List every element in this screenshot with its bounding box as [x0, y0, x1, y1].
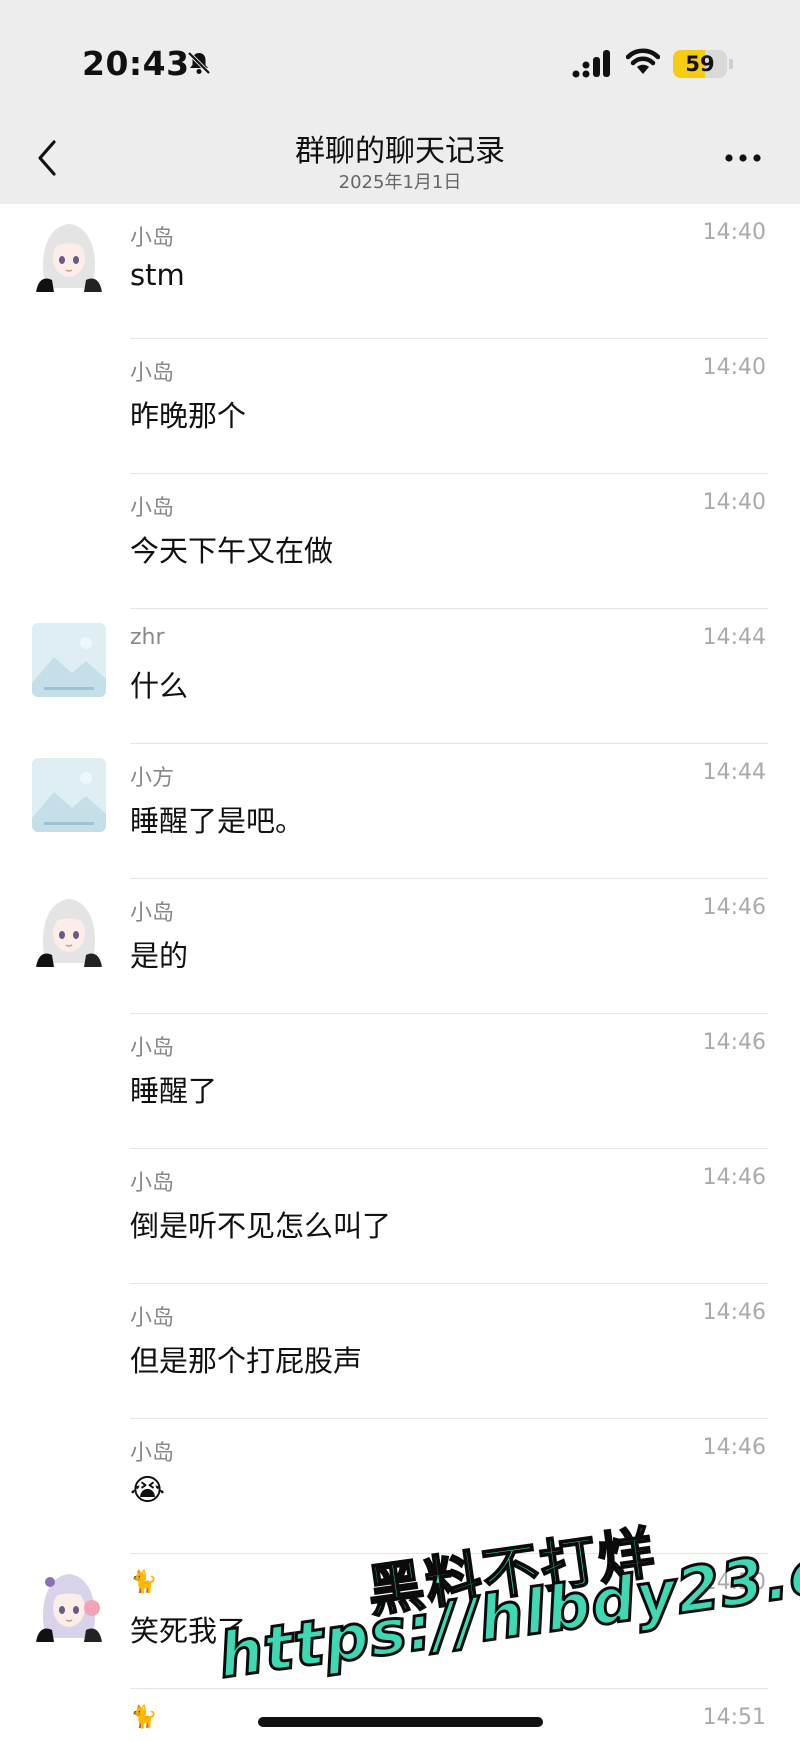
message-text: 今天下午又在做 [130, 534, 334, 568]
message-sender: 小岛 [130, 361, 175, 386]
message-sender: 小岛 [130, 1171, 175, 1196]
avatar[interactable] [32, 758, 106, 832]
nav-bar: 群聊的聊天记录 2025年1月1日 [0, 118, 800, 204]
message-row[interactable]: 小岛 14:46 但是那个打屁股声 [0, 1284, 800, 1419]
battery-tip [729, 59, 733, 69]
avatar[interactable] [32, 218, 106, 292]
message-sender: 小岛 [130, 496, 175, 521]
message-text: 什么 [130, 669, 189, 703]
message-row[interactable]: 小方 14:44 睡醒了是吧。 [0, 744, 800, 879]
message-sender: 小岛 [130, 226, 175, 251]
message-time: 14:46 [702, 1030, 766, 1055]
page-subtitle: 2025年1月1日 [338, 172, 462, 193]
message-time: 14:44 [702, 760, 766, 785]
wifi-icon [626, 48, 660, 74]
message-row[interactable]: 小岛 14:46 倒是听不见怎么叫了 [0, 1149, 800, 1284]
message-sender: 小方 [130, 766, 175, 791]
message-row[interactable]: 小岛 14:40 stm [0, 204, 800, 339]
message-text: stm [130, 258, 185, 292]
message-row[interactable]: 小岛 14:40 今天下午又在做 [0, 474, 800, 609]
message-sender: 小岛 [130, 1306, 175, 1331]
message-time: 14:51 [702, 1705, 766, 1730]
avatar[interactable] [32, 893, 106, 967]
message-time: 14:46 [702, 1435, 766, 1460]
message-time: 14:46 [702, 1300, 766, 1325]
message-time: 14:44 [702, 625, 766, 650]
message-sender: 🐈 [130, 1705, 158, 1730]
message-time: 14:46 [702, 1165, 766, 1190]
message-row[interactable]: 小岛 14:46 睡醒了 [0, 1014, 800, 1149]
message-row[interactable]: 🐈 14:50 笑死我了 [0, 1554, 800, 1689]
message-list[interactable]: 小岛 14:40 stm 小岛 14:40 昨晚那个 小岛 14:40 今天下午又在做 zhr 14… [0, 204, 800, 1741]
status-time: 20:43 [82, 44, 190, 83]
avatar[interactable] [32, 623, 106, 697]
message-text: 倒是听不见怎么叫了 [130, 1209, 392, 1243]
mute-bell-icon [187, 51, 211, 75]
message-text: 笑死我了 [130, 1614, 247, 1648]
message-time: 14:40 [702, 220, 766, 245]
message-time: 14:40 [702, 355, 766, 380]
message-time: 14:50 [702, 1570, 766, 1595]
battery-icon: 59 [673, 50, 727, 78]
message-sender: 小岛 [130, 901, 175, 926]
message-time: 14:46 [702, 895, 766, 920]
message-sender: 🐈 [130, 1570, 158, 1595]
message-row[interactable]: 小岛 14:46 是的 [0, 879, 800, 1014]
message-text: 是的 [130, 939, 189, 973]
message-text: 睡醒了 [130, 1074, 218, 1108]
message-sender: zhr [130, 625, 165, 650]
message-row[interactable]: 小岛 14:40 昨晚那个 [0, 339, 800, 474]
cellular-signal-icon [572, 50, 610, 78]
message-text: 但是那个打屁股声 [130, 1344, 363, 1378]
message-row[interactable]: 小岛 14:46 😭 [0, 1419, 800, 1554]
home-indicator[interactable] [258, 1717, 543, 1727]
page-title: 群聊的聊天记录 [295, 134, 505, 169]
ellipsis-icon [725, 154, 761, 162]
message-row[interactable]: zhr 14:44 什么 [0, 609, 800, 744]
avatar[interactable] [32, 1568, 106, 1642]
message-sender: 小岛 [130, 1441, 175, 1466]
message-text: 😭 [130, 1473, 166, 1508]
battery-level: 59 [685, 52, 715, 76]
message-time: 14:40 [702, 490, 766, 515]
message-text: 昨晚那个 [130, 399, 247, 433]
more-button[interactable] [718, 138, 768, 178]
message-row[interactable]: 🐈 14:51 [0, 1689, 800, 1741]
message-sender: 小岛 [130, 1036, 175, 1061]
message-text: 睡醒了是吧。 [130, 804, 305, 838]
status-bar: 20:43 59 [0, 0, 800, 118]
